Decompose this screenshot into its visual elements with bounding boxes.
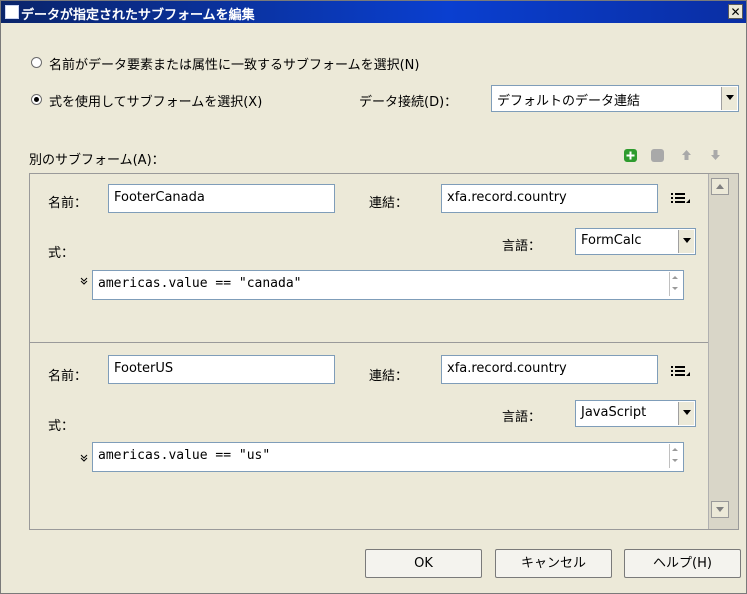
close-button[interactable]: ✕ <box>728 4 743 19</box>
expression-input[interactable]: americas.value == "canada" <box>92 270 684 300</box>
expression-label: 式： <box>48 419 75 434</box>
radio-expression-label[interactable]: 式を使用してサブフォームを選択(X) <box>49 91 262 110</box>
language-value: JavaScript <box>581 405 647 420</box>
subform-list-panel: 名前： FooterCanada 連結： xfa.record.country … <box>29 173 739 530</box>
name-label: 名前： <box>48 369 88 384</box>
cancel-button[interactable]: キャンセル <box>495 549 612 578</box>
radio-name-match-label[interactable]: 名前がデータ要素または属性に一致するサブフォームを選択(N) <box>49 54 419 73</box>
language-value: FormCalc <box>581 233 642 248</box>
language-label: 言語： <box>502 410 542 425</box>
binding-label: 連結： <box>369 369 409 384</box>
add-icon[interactable] <box>624 149 637 162</box>
binding-value: xfa.record.country <box>447 361 567 376</box>
edit-subform-dialog: データが指定されたサブフォームを編集 ✕ 名前がデータ要素または属性に一致するサ… <box>0 0 747 594</box>
move-up-icon[interactable] <box>680 147 693 163</box>
vertical-scrollbar[interactable] <box>708 174 738 529</box>
expression-spin-icon[interactable] <box>669 272 681 296</box>
help-button[interactable]: ヘルプ(H) <box>624 549 741 578</box>
ok-button[interactable]: OK <box>365 549 482 578</box>
name-label: 名前： <box>48 196 88 211</box>
binding-menu-icon[interactable] <box>670 364 692 378</box>
binding-menu-icon[interactable] <box>670 191 692 205</box>
binding-input[interactable]: xfa.record.country <box>441 184 658 213</box>
binding-input[interactable]: xfa.record.country <box>441 355 658 384</box>
expand-chevron-icon[interactable] <box>80 451 88 466</box>
expression-value: americas.value == "canada" <box>98 276 302 291</box>
name-input[interactable]: FooterCanada <box>108 184 335 213</box>
radio-expression[interactable] <box>31 94 42 105</box>
name-input[interactable]: FooterUS <box>108 355 335 384</box>
language-dropdown[interactable]: FormCalc <box>575 228 696 255</box>
data-connection-label: データ接続(D)： <box>359 95 458 110</box>
binding-label: 連結： <box>369 196 409 211</box>
remove-icon[interactable] <box>651 149 664 162</box>
subform-item: 名前： FooterUS 連結： xfa.record.country 式： 言… <box>30 343 708 511</box>
name-value: FooterUS <box>114 361 174 376</box>
expression-input[interactable]: americas.value == "us" <box>92 442 684 472</box>
expand-chevron-icon[interactable] <box>80 277 88 288</box>
binding-value: xfa.record.country <box>447 190 567 205</box>
expression-label: 式： <box>48 246 75 261</box>
dialog-title: データが指定されたサブフォームを編集 <box>21 8 255 23</box>
scroll-down-icon[interactable] <box>711 501 729 518</box>
scroll-up-icon[interactable] <box>711 178 729 195</box>
data-connection-value: デフォルトのデータ連結 <box>497 94 641 109</box>
language-label: 言語： <box>502 239 542 254</box>
move-down-icon[interactable] <box>709 147 722 163</box>
title-bar: データが指定されたサブフォームを編集 ✕ <box>1 1 746 23</box>
chevron-down-icon[interactable] <box>678 402 694 425</box>
chevron-down-icon[interactable] <box>678 230 694 253</box>
radio-name-match[interactable] <box>31 57 42 68</box>
language-dropdown[interactable]: JavaScript <box>575 400 696 427</box>
chevron-down-icon[interactable] <box>721 87 737 110</box>
alt-subforms-label: 別のサブフォーム(A)： <box>29 153 165 168</box>
data-connection-dropdown[interactable]: デフォルトのデータ連結 <box>491 85 739 112</box>
window-icon <box>5 5 19 19</box>
subform-item: 名前： FooterCanada 連結： xfa.record.country … <box>30 174 708 342</box>
expression-value: americas.value == "us" <box>98 448 271 463</box>
expression-spin-icon[interactable] <box>669 444 681 468</box>
name-value: FooterCanada <box>114 190 205 205</box>
